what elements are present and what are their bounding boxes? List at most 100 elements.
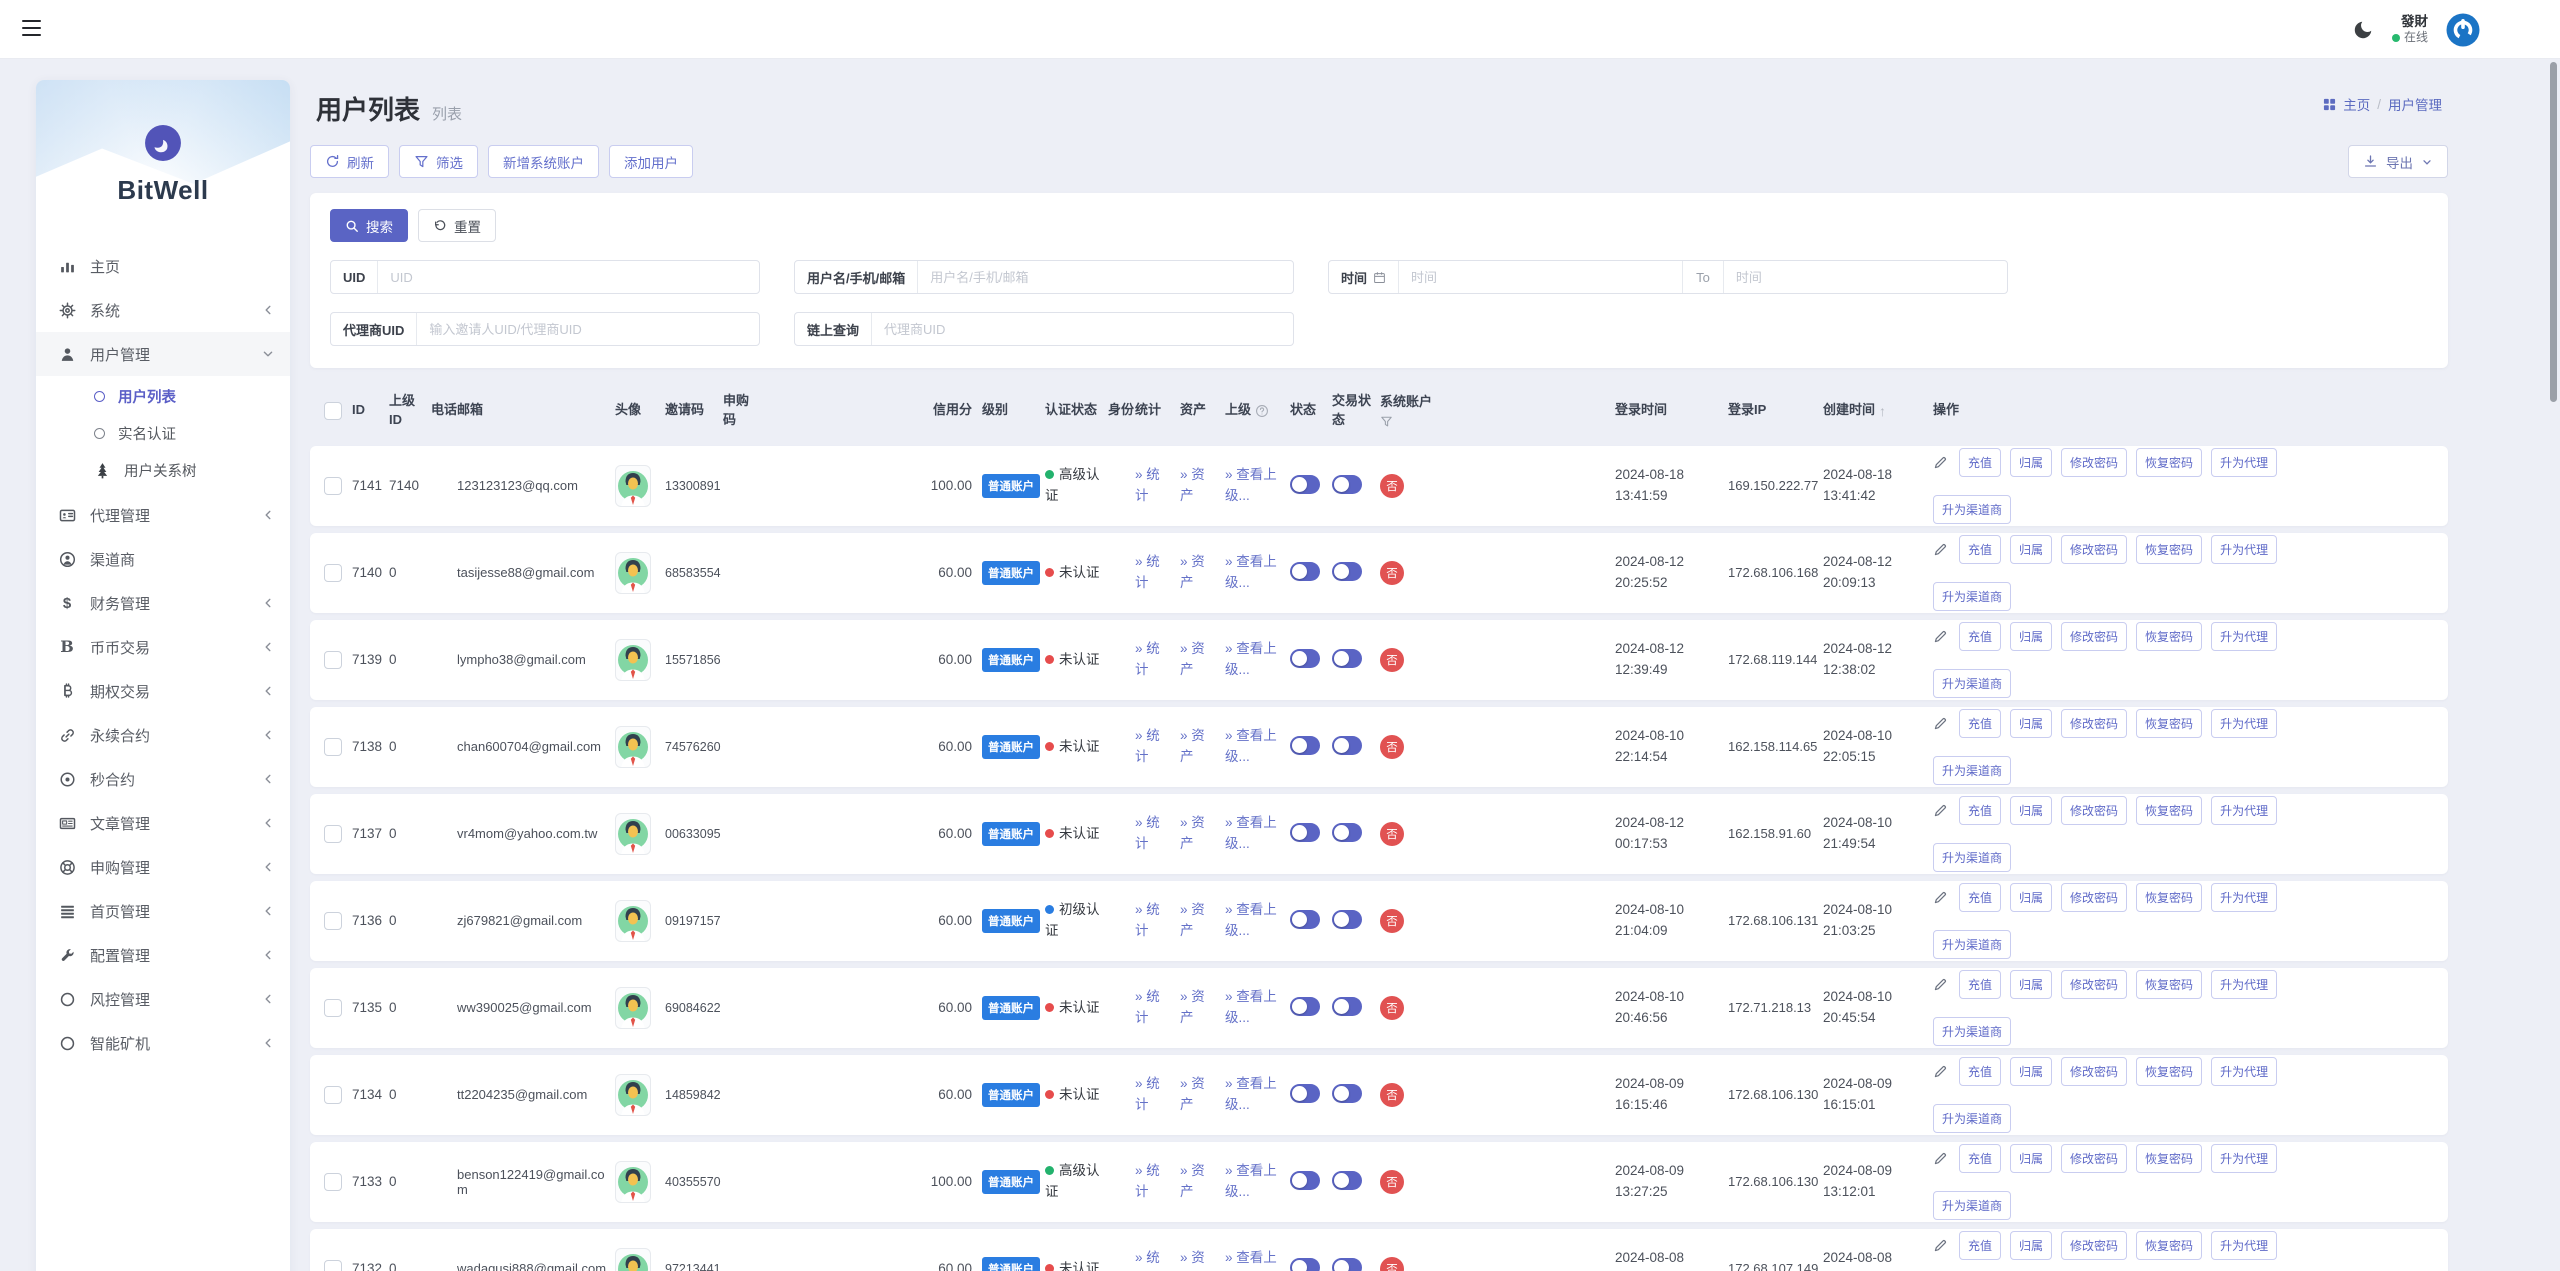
trade-status-toggle[interactable] xyxy=(1332,474,1362,494)
recharge-button[interactable]: 充值 xyxy=(1959,795,2002,825)
row-checkbox[interactable] xyxy=(324,998,342,1017)
uid-input[interactable] xyxy=(378,269,759,285)
agent-uid-input[interactable] xyxy=(417,321,759,337)
edit-pencil-icon[interactable] xyxy=(1933,1151,1948,1166)
promote-channel-button[interactable]: 升为渠道商 xyxy=(1933,581,2012,611)
edit-pencil-icon[interactable] xyxy=(1933,1064,1948,1079)
stats-link[interactable]: » 统计 xyxy=(1135,813,1169,854)
attribution-button[interactable]: 归属 xyxy=(2010,1143,2053,1173)
sidebar-item-channel-merchant[interactable]: 渠道商 xyxy=(36,537,290,581)
restore-password-button[interactable]: 恢复密码 xyxy=(2136,969,2203,999)
attribution-button[interactable]: 归属 xyxy=(2010,1056,2053,1086)
status-toggle[interactable] xyxy=(1290,1083,1320,1103)
sort-asc-icon[interactable]: ↑ xyxy=(1879,401,1886,421)
restore-password-button[interactable]: 恢复密码 xyxy=(2136,1230,2203,1260)
refresh-button[interactable]: 刷新 xyxy=(310,145,389,178)
status-toggle[interactable] xyxy=(1290,996,1320,1016)
status-toggle[interactable] xyxy=(1290,1257,1320,1271)
dark-mode-moon-icon[interactable] xyxy=(2352,19,2374,41)
user-avatar[interactable] xyxy=(2446,13,2480,47)
sidebar-item-homepage-management[interactable]: 首页管理 xyxy=(36,889,290,933)
search-button[interactable]: 搜索 xyxy=(330,209,408,242)
edit-pencil-icon[interactable] xyxy=(1933,803,1948,818)
sidebar-item-user-tree[interactable]: 用户关系树 xyxy=(36,452,290,489)
assets-link[interactable]: » 资产 xyxy=(1180,900,1214,941)
change-password-button[interactable]: 修改密码 xyxy=(2061,1143,2128,1173)
export-button[interactable]: 导出 xyxy=(2348,145,2448,178)
system-account-badge[interactable]: 否 xyxy=(1380,995,1404,1020)
view-parent-link[interactable]: » 查看上级... xyxy=(1225,1161,1285,1202)
sidebar-item-perpetual-contract[interactable]: 永续合约 xyxy=(36,713,290,757)
change-password-button[interactable]: 修改密码 xyxy=(2061,621,2128,651)
assets-link[interactable]: » 资产 xyxy=(1180,1161,1214,1202)
edit-pencil-icon[interactable] xyxy=(1933,455,1948,470)
promote-channel-button[interactable]: 升为渠道商 xyxy=(1933,842,2012,872)
promote-agent-button[interactable]: 升为代理 xyxy=(2211,1230,2278,1260)
assets-link[interactable]: » 资产 xyxy=(1180,639,1214,680)
sidebar-item-risk-management[interactable]: 风控管理 xyxy=(36,977,290,1021)
sidebar-item-config-management[interactable]: 配置管理 xyxy=(36,933,290,977)
row-checkbox[interactable] xyxy=(324,476,342,495)
row-checkbox[interactable] xyxy=(324,911,342,930)
recharge-button[interactable]: 充值 xyxy=(1959,447,2002,477)
recharge-button[interactable]: 充值 xyxy=(1959,1230,2002,1260)
sidebar-item-home[interactable]: 主页 xyxy=(36,244,290,288)
view-parent-link[interactable]: » 查看上级... xyxy=(1225,552,1285,593)
system-account-badge[interactable]: 否 xyxy=(1380,734,1404,759)
restore-password-button[interactable]: 恢复密码 xyxy=(2136,621,2203,651)
status-toggle[interactable] xyxy=(1290,561,1320,581)
change-password-button[interactable]: 修改密码 xyxy=(2061,708,2128,738)
avatar[interactable] xyxy=(615,725,651,768)
account-input[interactable] xyxy=(918,269,1293,285)
avatar[interactable] xyxy=(615,986,651,1029)
row-checkbox[interactable] xyxy=(324,1259,342,1271)
change-password-button[interactable]: 修改密码 xyxy=(2061,1230,2128,1260)
recharge-button[interactable]: 充值 xyxy=(1959,621,2002,651)
view-parent-link[interactable]: » 查看上级... xyxy=(1225,1074,1285,1115)
status-toggle[interactable] xyxy=(1290,474,1320,494)
sidebar-item-user-list[interactable]: 用户列表 xyxy=(36,378,290,415)
trade-status-toggle[interactable] xyxy=(1332,735,1362,755)
avatar[interactable] xyxy=(615,551,651,594)
stats-link[interactable]: » 统计 xyxy=(1135,1161,1169,1202)
promote-channel-button[interactable]: 升为渠道商 xyxy=(1933,1103,2012,1133)
promote-agent-button[interactable]: 升为代理 xyxy=(2211,969,2278,999)
edit-pencil-icon[interactable] xyxy=(1933,716,1948,731)
avatar[interactable] xyxy=(615,899,651,942)
recharge-button[interactable]: 充值 xyxy=(1959,708,2002,738)
promote-agent-button[interactable]: 升为代理 xyxy=(2211,621,2278,651)
stats-link[interactable]: » 统计 xyxy=(1135,552,1169,593)
status-toggle[interactable] xyxy=(1290,909,1320,929)
restore-password-button[interactable]: 恢复密码 xyxy=(2136,795,2203,825)
promote-agent-button[interactable]: 升为代理 xyxy=(2211,795,2278,825)
assets-link[interactable]: » 资产 xyxy=(1180,465,1214,506)
sidebar-item-system[interactable]: 系统 xyxy=(36,288,290,332)
sidebar-item-smart-miner[interactable]: 智能矿机 xyxy=(36,1021,290,1065)
row-checkbox[interactable] xyxy=(324,737,342,756)
assets-link[interactable]: » 资产 xyxy=(1180,1074,1214,1115)
restore-password-button[interactable]: 恢复密码 xyxy=(2136,1056,2203,1086)
promote-channel-button[interactable]: 升为渠道商 xyxy=(1933,668,2012,698)
recharge-button[interactable]: 充值 xyxy=(1959,1056,2002,1086)
trade-status-toggle[interactable] xyxy=(1332,1083,1362,1103)
recharge-button[interactable]: 充值 xyxy=(1959,1143,2002,1173)
stats-link[interactable]: » 统计 xyxy=(1135,639,1169,680)
hamburger-menu-icon[interactable] xyxy=(22,20,41,36)
promote-agent-button[interactable]: 升为代理 xyxy=(2211,534,2278,564)
view-parent-link[interactable]: » 查看上级... xyxy=(1225,726,1285,767)
change-password-button[interactable]: 修改密码 xyxy=(2061,795,2128,825)
trade-status-toggle[interactable] xyxy=(1332,561,1362,581)
trade-status-toggle[interactable] xyxy=(1332,909,1362,929)
user-block[interactable]: 發財 在线 xyxy=(2391,14,2428,46)
edit-pencil-icon[interactable] xyxy=(1933,977,1948,992)
promote-channel-button[interactable]: 升为渠道商 xyxy=(1933,929,2012,959)
change-password-button[interactable]: 修改密码 xyxy=(2061,882,2128,912)
system-account-badge[interactable]: 否 xyxy=(1380,473,1404,498)
change-password-button[interactable]: 修改密码 xyxy=(2061,969,2128,999)
edit-pencil-icon[interactable] xyxy=(1933,542,1948,557)
restore-password-button[interactable]: 恢复密码 xyxy=(2136,447,2203,477)
row-checkbox[interactable] xyxy=(324,650,342,669)
status-toggle[interactable] xyxy=(1290,648,1320,668)
row-checkbox[interactable] xyxy=(324,1172,342,1191)
attribution-button[interactable]: 归属 xyxy=(2010,708,2053,738)
